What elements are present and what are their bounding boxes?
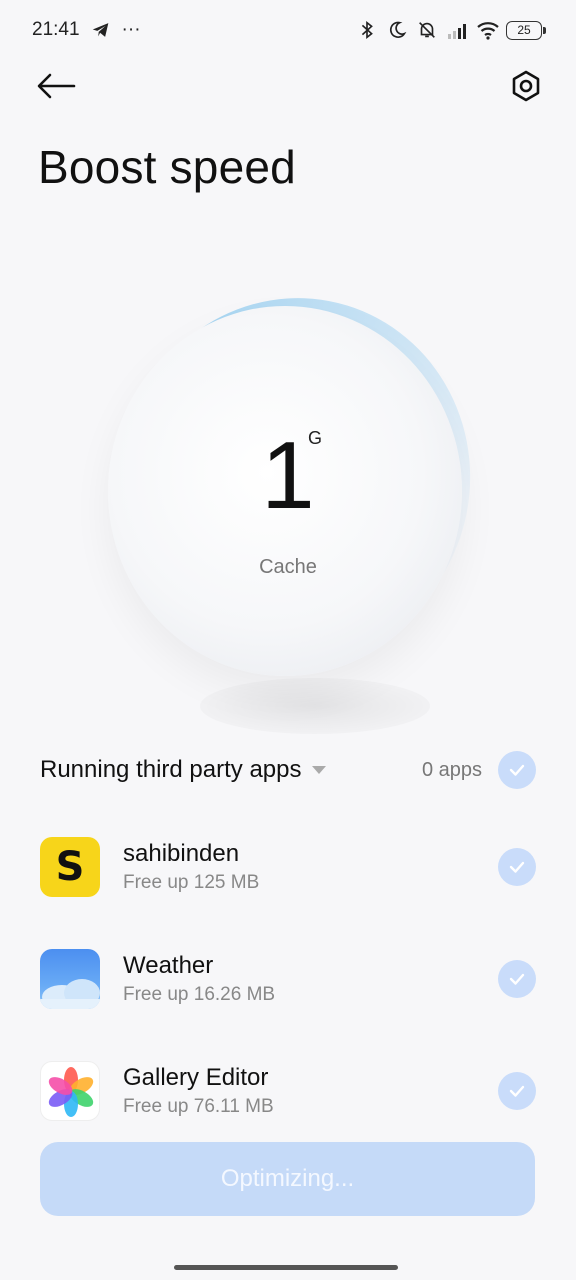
weather-icon (40, 949, 100, 1009)
gallery-editor-icon (40, 1061, 100, 1121)
home-indicator[interactable] (174, 1265, 398, 1270)
bluetooth-icon (356, 19, 378, 41)
app-name: Gallery Editor (123, 1063, 269, 1091)
list-item[interactable]: S sahibinden Free up 125 MB (40, 835, 536, 899)
section-title: Running third party apps (40, 756, 302, 783)
check-icon (509, 861, 525, 873)
app-name: Weather (123, 951, 214, 979)
check-icon (509, 973, 525, 985)
sahibinden-icon-letter: S (55, 844, 85, 890)
running-apps-header: Running third party apps 0 apps (40, 748, 536, 792)
battery-icon: 25 (506, 20, 546, 40)
page-title: Boost speed (38, 141, 296, 193)
mute-icon (416, 19, 438, 41)
section-right: 0 apps (422, 751, 536, 789)
app-free-up: Free up 16.26 MB (123, 984, 276, 1006)
select-all-checkbox[interactable] (498, 751, 536, 789)
bubble-shadow (200, 678, 430, 734)
status-left: 21:41 ··· (32, 19, 141, 41)
check-icon (509, 764, 525, 776)
battery-level: 25 (517, 23, 531, 37)
settings-button[interactable] (506, 68, 546, 108)
telegram-icon (90, 19, 112, 41)
status-time: 21:41 (32, 19, 80, 40)
moon-icon (386, 19, 408, 41)
app-name: sahibinden (123, 839, 240, 867)
list-item[interactable]: Gallery Editor Free up 76.11 MB (40, 1059, 536, 1123)
app-text: sahibinden Free up 125 MB (123, 840, 498, 895)
app-checkbox[interactable] (498, 848, 536, 886)
caret-down-icon (311, 766, 326, 774)
cache-gauge: 1 G Cache (0, 275, 576, 740)
optimize-button[interactable]: Optimizing... (40, 1142, 535, 1216)
app-free-up: Free up 125 MB (123, 872, 260, 894)
apps-count: 0 apps (421, 758, 482, 781)
wifi-icon (476, 19, 499, 41)
back-button[interactable] (36, 68, 80, 108)
check-icon (509, 1085, 525, 1097)
app-text: Weather Free up 16.26 MB (123, 952, 498, 1007)
status-right: 25 (356, 19, 546, 41)
status-bar: 21:41 ··· 25 (0, 0, 576, 60)
cache-label: Cache (259, 556, 317, 578)
app-free-up: Free up 76.11 MB (123, 1096, 274, 1118)
app-checkbox[interactable] (498, 960, 536, 998)
app-text: Gallery Editor Free up 76.11 MB (123, 1064, 498, 1119)
app-checkbox[interactable] (498, 1072, 536, 1110)
settings-icon (509, 69, 543, 108)
back-arrow-icon (36, 72, 76, 105)
status-more-dots: ··· (121, 19, 141, 40)
sahibinden-icon: S (40, 837, 100, 897)
signal-icon (446, 19, 468, 41)
list-item[interactable]: Weather Free up 16.26 MB (40, 947, 536, 1011)
running-apps-dropdown[interactable]: Running third party apps (40, 756, 326, 784)
cache-value: 1 (261, 422, 315, 529)
cache-unit: G (308, 428, 323, 448)
